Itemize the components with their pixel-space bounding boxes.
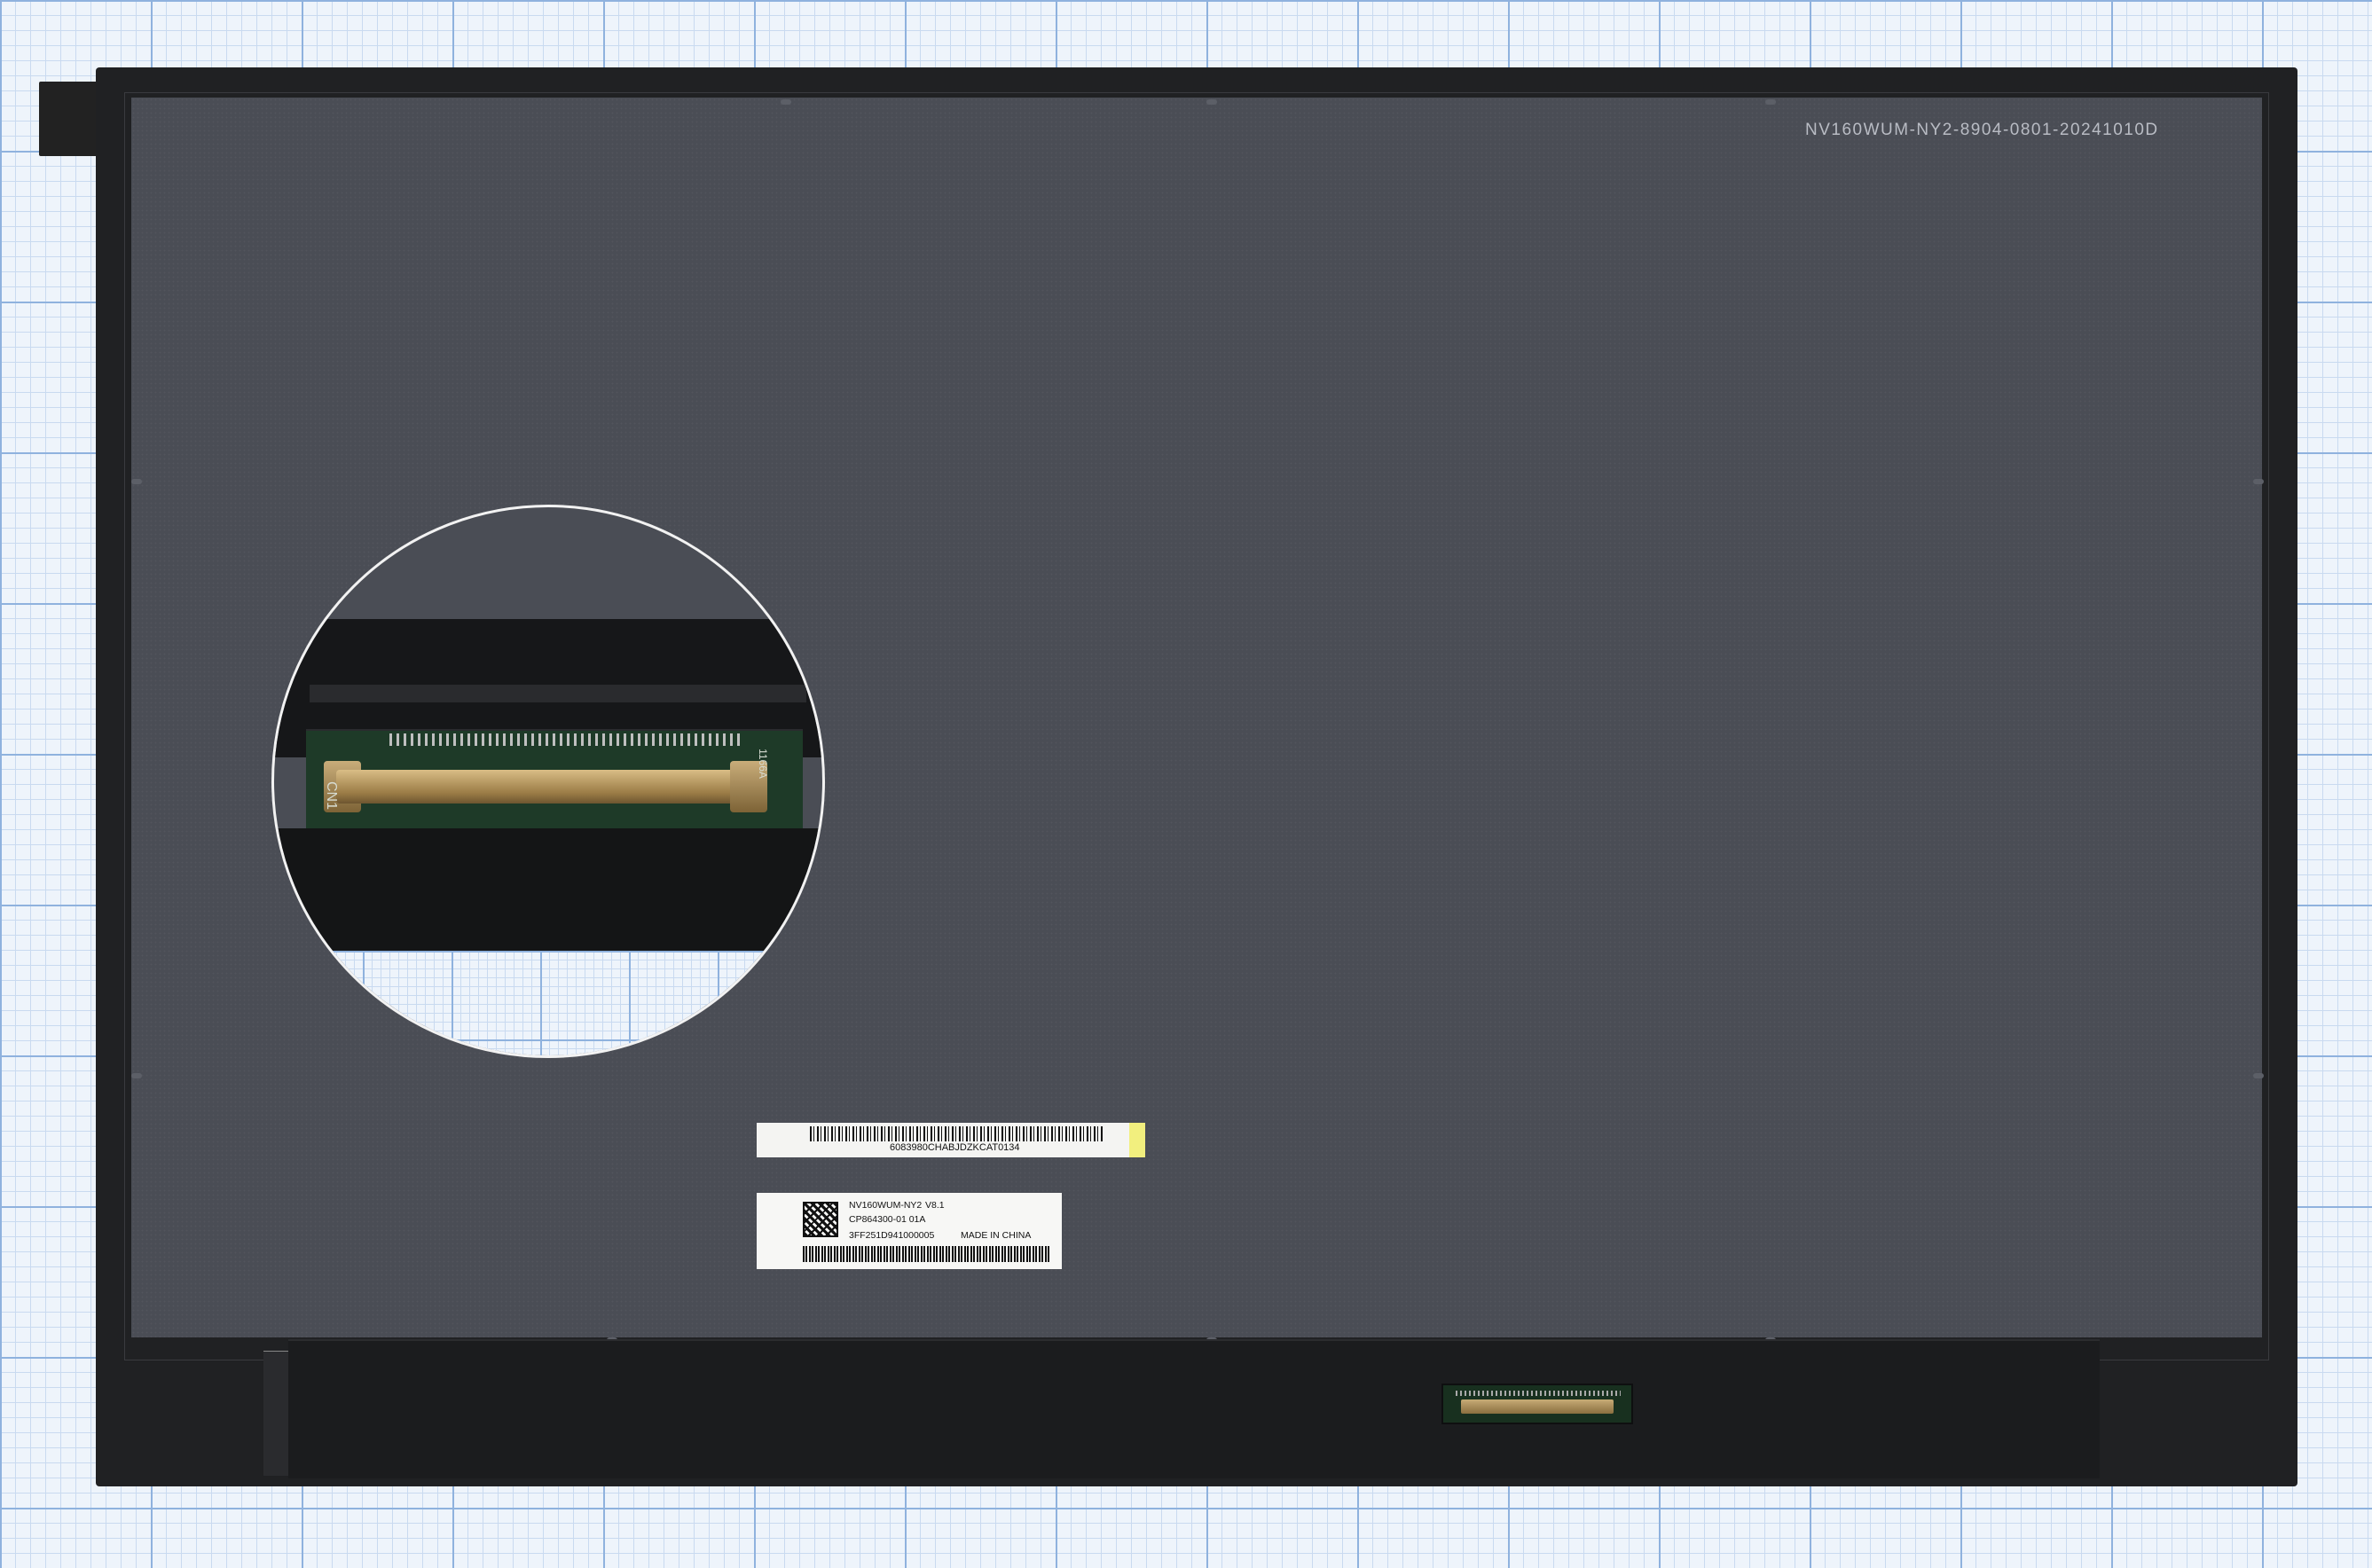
- label-version: V8.1: [925, 1200, 945, 1211]
- label-origin: MADE IN CHINA: [961, 1230, 1032, 1241]
- panel-flex-tab: [39, 82, 101, 156]
- connector-latch: [1461, 1399, 1614, 1414]
- edge-notch: [131, 1073, 142, 1078]
- edge-notch: [131, 479, 142, 484]
- zoom-panel-dark: [274, 828, 822, 951]
- label-barcode: [803, 1246, 1051, 1262]
- pcb-label-side: 1166A: [756, 749, 769, 779]
- barcode: [810, 1126, 1103, 1141]
- edge-notch: [2253, 479, 2264, 484]
- zoom-grid-background: [274, 951, 822, 1055]
- label-part-number: CP864300-01 01A: [849, 1214, 926, 1225]
- qr-code: [803, 1202, 838, 1237]
- barcode-sticker: 6083980CHABJDZKCAT0134: [757, 1123, 1145, 1157]
- pcb-label-cn: CN1: [324, 780, 340, 811]
- edp-connector: [1441, 1384, 1633, 1424]
- label-model: NV160WUM-NY2: [849, 1200, 923, 1211]
- sticker-tab: [1129, 1123, 1145, 1157]
- connector-zoom-inset: CN1 1166A: [271, 505, 825, 1058]
- driver-strip: [288, 1339, 2100, 1478]
- panel-model-print: NV160WUM-NY2-8904-0801-20241010D: [1805, 121, 2159, 139]
- product-label: NV160WUM-NY2 V8.1 CP864300-01 01A 3FF251…: [757, 1193, 1062, 1269]
- zoom-connector-pins: [389, 733, 744, 746]
- label-serial: 3FF251D941000005: [849, 1230, 935, 1241]
- zoom-connector-latch: [336, 770, 753, 804]
- connector-pins: [1456, 1391, 1621, 1396]
- driver-strip-edge: [263, 1352, 290, 1476]
- zoom-bevel: [310, 685, 806, 702]
- edge-notch: [1206, 99, 1217, 105]
- edge-notch: [781, 99, 791, 105]
- barcode-text: 6083980CHABJDZKCAT0134: [890, 1142, 1020, 1153]
- edge-notch: [1765, 99, 1776, 105]
- edge-notch: [2253, 1073, 2264, 1078]
